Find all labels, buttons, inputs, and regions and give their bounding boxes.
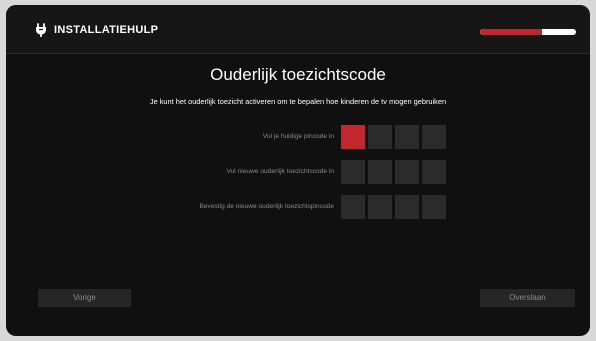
pin-digit-box[interactable] xyxy=(368,125,392,149)
pin-digit-box[interactable] xyxy=(395,125,419,149)
confirm-code-input[interactable] xyxy=(341,195,446,219)
current-pin-label: Vul je huidige pincode in xyxy=(262,133,334,140)
pin-digit-box[interactable] xyxy=(341,125,365,149)
power-plug-icon xyxy=(36,23,46,37)
new-code-row: Vul nieuwe ouderlijk toezichtscode in xyxy=(6,160,590,184)
skip-button[interactable]: Overslaan xyxy=(480,289,575,307)
installation-progress-bar xyxy=(480,29,576,35)
page-title: Ouderlijk toezichtscode xyxy=(210,65,386,84)
progress-fill xyxy=(480,29,543,35)
confirm-code-row: Bevestig de nieuwe ouderlijk toezichtspi… xyxy=(6,195,590,219)
new-code-input[interactable] xyxy=(341,160,446,184)
pin-digit-box[interactable] xyxy=(368,160,392,184)
pin-digit-box[interactable] xyxy=(341,195,365,219)
pin-digit-box[interactable] xyxy=(395,160,419,184)
current-pin-input[interactable] xyxy=(341,125,446,149)
previous-button[interactable]: Vorige xyxy=(38,289,131,307)
pin-digit-box[interactable] xyxy=(395,195,419,219)
page-subtitle: Je kunt het ouderlijk toezicht activeren… xyxy=(149,97,447,106)
app-title: INSTALLATIEHULP xyxy=(54,24,159,36)
pin-digit-box[interactable] xyxy=(422,195,446,219)
tv-screen: INSTALLATIEHULP Ouderlijk toezichtscode … xyxy=(6,5,590,336)
pin-digit-box[interactable] xyxy=(368,195,392,219)
pin-digit-box[interactable] xyxy=(341,160,365,184)
new-code-label: Vul nieuwe ouderlijk toezichtscode in xyxy=(226,168,334,175)
pin-digit-box[interactable] xyxy=(422,125,446,149)
current-pin-row: Vul je huidige pincode in xyxy=(6,125,590,149)
pin-digit-box[interactable] xyxy=(422,160,446,184)
confirm-code-label: Bevestig de nieuwe ouderlijk toezichtspi… xyxy=(199,203,334,210)
brand: INSTALLATIEHULP xyxy=(34,23,158,37)
header-bar: INSTALLATIEHULP xyxy=(6,5,590,54)
